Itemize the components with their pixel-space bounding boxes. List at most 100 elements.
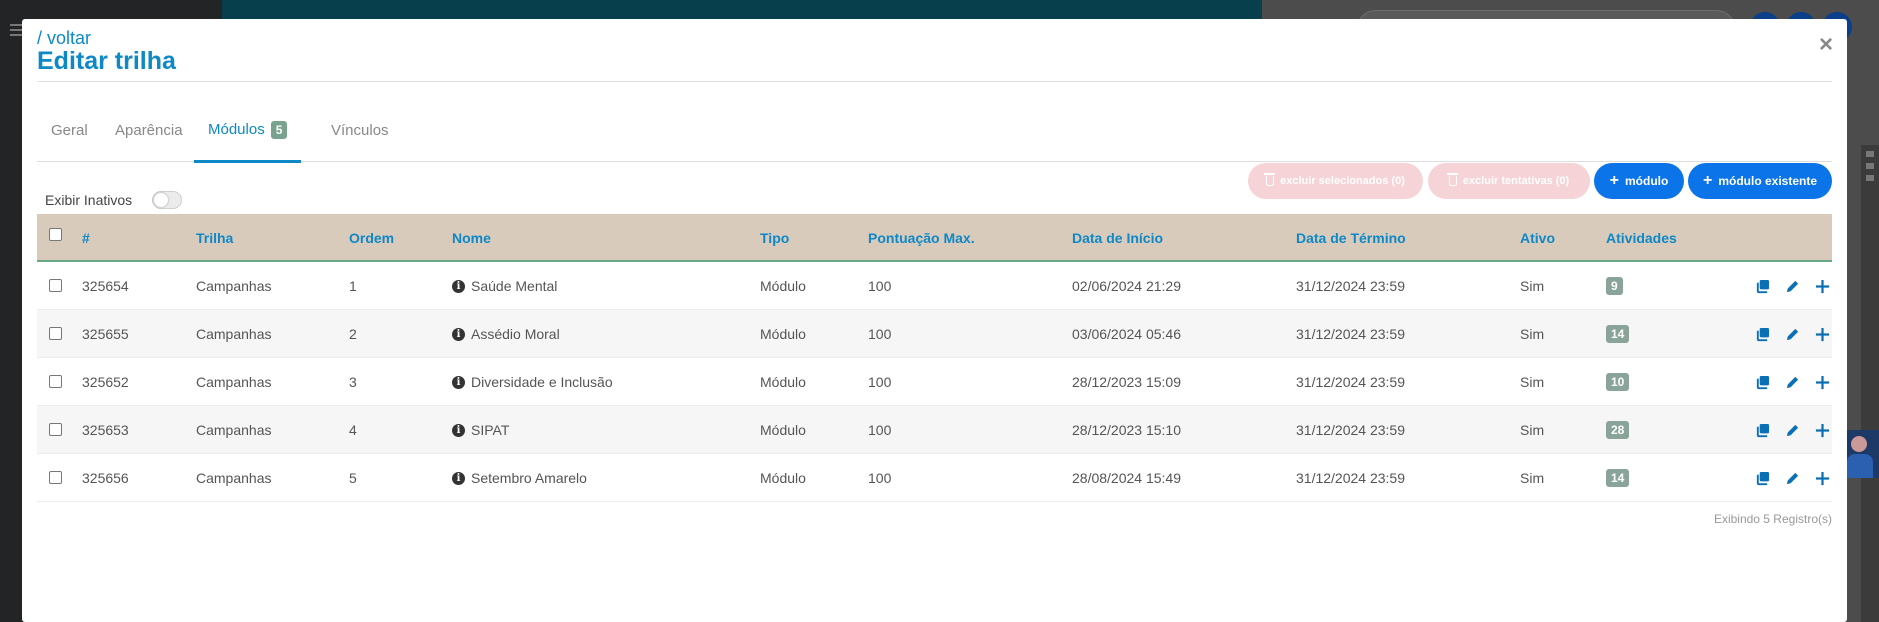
activities-count-badge: 14 bbox=[1606, 325, 1630, 343]
activities-count-badge: 9 bbox=[1606, 277, 1623, 295]
cell-trilha: Campanhas bbox=[196, 278, 272, 294]
copy-icon[interactable] bbox=[1753, 421, 1771, 439]
cell-ordem: 3 bbox=[349, 374, 357, 390]
module-name: Setembro Amarelo bbox=[471, 470, 587, 486]
tab-label: Geral bbox=[51, 122, 88, 139]
row-checkbox[interactable] bbox=[49, 423, 62, 436]
tab-geral[interactable]: Geral bbox=[37, 99, 102, 162]
module-name: Assédio Moral bbox=[471, 326, 560, 342]
records-count: Exibindo 5 Registro(s) bbox=[1713, 512, 1832, 526]
table-row: 325656 Campanhas 5 i Setembro Amarelo Módulo 1… bbox=[37, 454, 1832, 502]
row-checkbox[interactable] bbox=[49, 471, 62, 484]
row-checkbox[interactable] bbox=[49, 279, 62, 292]
module-name: Saúde Mental bbox=[471, 278, 558, 294]
cell-nome: i Diversidade e Inclusão bbox=[452, 358, 613, 406]
cell-nome: i Setembro Amarelo bbox=[452, 454, 587, 502]
plus-icon: + bbox=[1609, 172, 1619, 189]
cell-id: 325653 bbox=[82, 422, 129, 438]
table-row: 325655 Campanhas 2 i Assédio Moral Módulo 100 0… bbox=[37, 310, 1832, 358]
button-label: módulo existente bbox=[1718, 174, 1818, 188]
tab-vinculos[interactable]: Vínculos bbox=[317, 99, 403, 162]
cell-data-inicio: 28/12/2023 15:09 bbox=[1072, 374, 1181, 390]
button-label: excluir tentativas (0) bbox=[1462, 175, 1570, 187]
tab-modulos[interactable]: Módulos 5 bbox=[194, 99, 302, 163]
column-header-trilha[interactable]: Trilha bbox=[196, 214, 233, 262]
info-icon[interactable]: i bbox=[452, 279, 465, 293]
activities-count-badge: 28 bbox=[1606, 421, 1630, 439]
tab-label: Aparência bbox=[115, 122, 183, 139]
row-checkbox[interactable] bbox=[49, 327, 62, 340]
show-inactive-toggle[interactable] bbox=[152, 191, 182, 209]
copy-icon[interactable] bbox=[1753, 277, 1771, 295]
cell-atividades: 10 bbox=[1606, 358, 1630, 406]
module-name: SIPAT bbox=[471, 422, 510, 438]
edit-icon[interactable] bbox=[1783, 421, 1801, 439]
column-header-data-termino[interactable]: Data de Término bbox=[1296, 214, 1406, 262]
delete-selected-button[interactable]: excluir selecionados (0) bbox=[1248, 163, 1423, 199]
delete-attempts-button[interactable]: excluir tentativas (0) bbox=[1428, 163, 1590, 199]
edit-icon[interactable] bbox=[1783, 373, 1801, 391]
table-header: # Trilha Ordem Nome Tipo Pontuação Max. … bbox=[37, 214, 1832, 262]
toggle-knob bbox=[154, 193, 168, 207]
cell-ordem: 4 bbox=[349, 422, 357, 438]
copy-icon[interactable] bbox=[1753, 469, 1771, 487]
cell-pontuacao: 100 bbox=[868, 326, 892, 342]
copy-icon[interactable] bbox=[1753, 373, 1771, 391]
column-header-id[interactable]: # bbox=[82, 214, 90, 262]
info-icon[interactable]: i bbox=[452, 327, 465, 341]
select-all-checkbox[interactable] bbox=[49, 228, 62, 241]
table-row: 325652 Campanhas 3 i Diversidade e Inclusão M… bbox=[37, 358, 1832, 406]
cell-trilha: Campanhas bbox=[196, 470, 272, 486]
info-icon[interactable]: i bbox=[452, 423, 465, 437]
cell-atividades: 9 bbox=[1606, 262, 1623, 310]
column-header-atividades[interactable]: Atividades bbox=[1606, 214, 1677, 262]
add-existing-module-button[interactable]: + módulo existente bbox=[1688, 163, 1832, 199]
add-icon[interactable] bbox=[1813, 469, 1831, 487]
cell-atividades: 28 bbox=[1606, 406, 1630, 454]
cell-tipo: Módulo bbox=[760, 374, 806, 390]
divider bbox=[37, 81, 1832, 82]
column-header-ativo[interactable]: Ativo bbox=[1520, 214, 1555, 262]
edit-icon[interactable] bbox=[1783, 325, 1801, 343]
cell-data-termino: 31/12/2024 23:59 bbox=[1296, 374, 1405, 390]
add-icon[interactable] bbox=[1813, 277, 1831, 295]
copy-icon[interactable] bbox=[1753, 325, 1771, 343]
background-avatar bbox=[1843, 430, 1879, 478]
info-icon[interactable]: i bbox=[452, 471, 465, 485]
cell-ativo: Sim bbox=[1520, 326, 1545, 342]
row-checkbox[interactable] bbox=[49, 375, 62, 388]
tab-label: Módulos bbox=[208, 121, 265, 138]
add-icon[interactable] bbox=[1813, 373, 1831, 391]
tab-aparencia[interactable]: Aparência bbox=[101, 99, 197, 162]
edit-icon[interactable] bbox=[1783, 469, 1801, 487]
column-header-data-inicio[interactable]: Data de Início bbox=[1072, 214, 1163, 262]
cell-id: 325656 bbox=[82, 470, 129, 486]
cell-data-inicio: 28/12/2023 15:10 bbox=[1072, 422, 1181, 438]
add-icon[interactable] bbox=[1813, 421, 1831, 439]
column-header-nome[interactable]: Nome bbox=[452, 214, 491, 262]
back-link[interactable]: / voltar bbox=[37, 28, 91, 49]
cell-nome: i SIPAT bbox=[452, 406, 509, 454]
activities-count-badge: 10 bbox=[1606, 373, 1630, 391]
button-label: módulo bbox=[1625, 174, 1669, 188]
cell-pontuacao: 100 bbox=[868, 374, 892, 390]
cell-atividades: 14 bbox=[1606, 454, 1630, 502]
cell-pontuacao: 100 bbox=[868, 278, 892, 294]
table-body: 325654 Campanhas 1 i Saúde Mental Módulo 100 02… bbox=[37, 262, 1832, 502]
plus-icon: + bbox=[1702, 172, 1713, 189]
close-icon[interactable]: × bbox=[1819, 33, 1833, 57]
cell-data-inicio: 03/06/2024 05:46 bbox=[1072, 326, 1181, 342]
column-header-ordem[interactable]: Ordem bbox=[349, 214, 394, 262]
cell-pontuacao: 100 bbox=[868, 470, 892, 486]
cell-ativo: Sim bbox=[1520, 470, 1545, 486]
cell-ordem: 5 bbox=[349, 470, 357, 486]
module-name: Diversidade e Inclusão bbox=[471, 374, 613, 390]
column-header-tipo[interactable]: Tipo bbox=[760, 214, 789, 262]
cell-ativo: Sim bbox=[1520, 422, 1545, 438]
add-module-button[interactable]: + módulo bbox=[1594, 163, 1684, 199]
column-header-pontuacao[interactable]: Pontuação Max. bbox=[868, 214, 975, 262]
info-icon[interactable]: i bbox=[452, 375, 465, 389]
table-row: 325654 Campanhas 1 i Saúde Mental Módulo 100 02… bbox=[37, 262, 1832, 310]
edit-icon[interactable] bbox=[1783, 277, 1801, 295]
add-icon[interactable] bbox=[1813, 325, 1831, 343]
